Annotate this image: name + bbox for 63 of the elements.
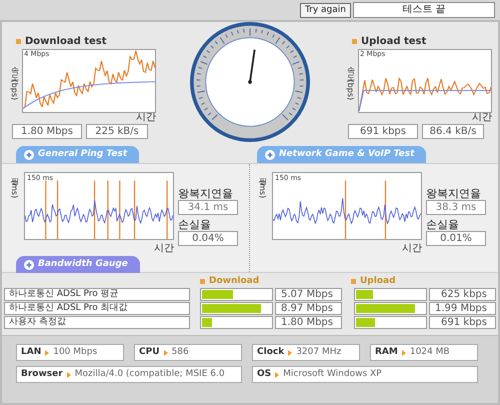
info-label: Browser bbox=[21, 368, 63, 381]
bar-value: 1.80 Mbps bbox=[275, 316, 342, 329]
row-label: 하나로통신 ADSL Pro 최대값 bbox=[4, 302, 190, 315]
bar-value: 691 kbps bbox=[429, 316, 496, 329]
info-value: 1024 MB bbox=[410, 346, 450, 359]
column-heading: Upload bbox=[360, 274, 396, 288]
plus-icon bbox=[24, 150, 34, 160]
info-label: LAN bbox=[21, 346, 42, 359]
bar-value: 1.99 Mbps bbox=[429, 302, 496, 315]
axis-label: 시간 bbox=[154, 244, 174, 254]
latency-value: 38.3 ms bbox=[426, 200, 486, 215]
triangle-icon bbox=[402, 350, 406, 356]
latency-value: 34.1 ms bbox=[178, 200, 238, 215]
chart-title: Upload test bbox=[361, 35, 426, 49]
rate-value: 86.4 kB/s bbox=[422, 124, 484, 139]
axis-label: 속도 (bps) bbox=[345, 61, 356, 101]
status-field: 테스트 끝 bbox=[353, 2, 495, 18]
axis-label: 시간 bbox=[402, 244, 422, 254]
bar-value: 625 kbps bbox=[429, 288, 496, 301]
row-label: 하나로통신 ADSL Pro 평균 bbox=[4, 288, 190, 301]
header-title: General Ping Test bbox=[38, 148, 128, 161]
info-value: 100 Mbps bbox=[53, 346, 98, 359]
plus-icon bbox=[265, 150, 275, 160]
triangle-icon bbox=[288, 350, 292, 356]
bar-value: 8.97 Mbps bbox=[275, 302, 342, 315]
header-title: Network Game & VoIP Test bbox=[279, 148, 414, 161]
loss-label: 손실율 bbox=[178, 219, 212, 230]
bullet-icon bbox=[351, 279, 356, 284]
speed-value: 691 kbps bbox=[348, 124, 418, 139]
chart-title: Download test bbox=[25, 35, 107, 49]
bullet-icon bbox=[200, 279, 205, 284]
triangle-icon bbox=[45, 350, 50, 356]
latency-label: 왕복지연율 bbox=[426, 188, 482, 199]
info-value: Mozilla/4.0 (compatible; MSIE 6.0 bbox=[74, 368, 225, 381]
loss-value: 0.04% bbox=[178, 231, 238, 246]
axis-label: 핑(ms) bbox=[257, 172, 268, 198]
info-label: Clock bbox=[257, 346, 284, 359]
triangle-icon bbox=[275, 372, 280, 378]
row-label: 사용자 측정값 bbox=[4, 316, 190, 329]
bullet-icon bbox=[16, 39, 21, 44]
axis-label: 시간 bbox=[472, 113, 492, 123]
bullet-icon bbox=[352, 39, 357, 44]
triangle-icon bbox=[164, 350, 168, 356]
speed-value: 1.80 Mbps bbox=[12, 124, 82, 139]
axis-label: 시간 bbox=[136, 113, 156, 123]
info-value: 586 bbox=[172, 346, 189, 359]
latency-label: 왕복지연율 bbox=[178, 188, 234, 199]
axis-label: 속도 (bps) bbox=[9, 61, 20, 101]
plus-icon bbox=[24, 260, 34, 270]
triangle-icon bbox=[66, 372, 71, 378]
info-label: OS bbox=[257, 368, 272, 381]
info-value: Microsoft Windows XP bbox=[283, 368, 382, 381]
bar-value: 5.07 Mbps bbox=[275, 288, 342, 301]
axis-label: 핑(ms) bbox=[9, 172, 20, 198]
column-heading: Download bbox=[209, 274, 260, 288]
loss-value: 0.01% bbox=[426, 231, 486, 246]
info-label: RAM bbox=[375, 346, 398, 359]
rate-value: 225 kB/s bbox=[86, 124, 148, 139]
header-title: Bandwidth Gauge bbox=[38, 258, 128, 271]
loss-label: 손실율 bbox=[426, 219, 460, 230]
info-label: CPU bbox=[139, 346, 160, 359]
try-again-button[interactable]: Try again bbox=[300, 2, 351, 18]
info-value: 3207 MHz bbox=[296, 346, 342, 359]
